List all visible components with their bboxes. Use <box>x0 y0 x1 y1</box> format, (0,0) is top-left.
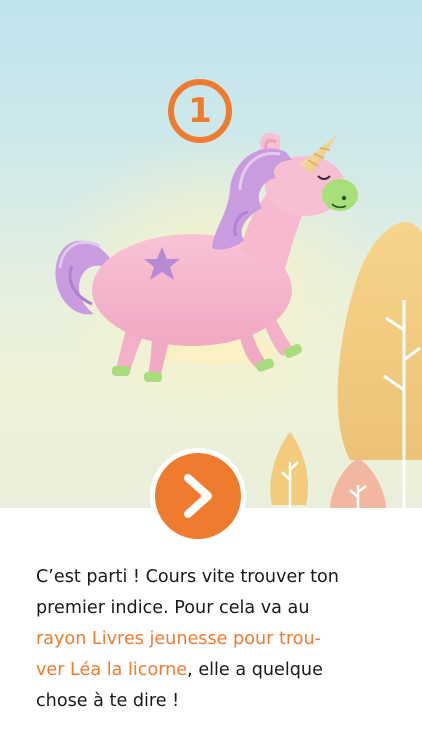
chevron-right-icon <box>184 474 212 518</box>
step-number: 1 <box>188 91 212 131</box>
tree-small-yellow <box>270 432 309 508</box>
next-button[interactable] <box>150 448 246 544</box>
step-number-badge: 1 <box>168 79 232 143</box>
illustration-scene: 1 <box>0 0 422 508</box>
tree-small-peach <box>330 458 386 508</box>
onboarding-screen: 1 C’est parti ! Cours vite trouver ton p… <box>0 0 422 750</box>
instruction-intro: C’est parti ! Cours vite trouver ton pre… <box>36 567 339 618</box>
unicorn-illustration <box>45 130 422 508</box>
instruction-text: C’est parti ! Cours vite trouver ton pre… <box>36 562 396 717</box>
